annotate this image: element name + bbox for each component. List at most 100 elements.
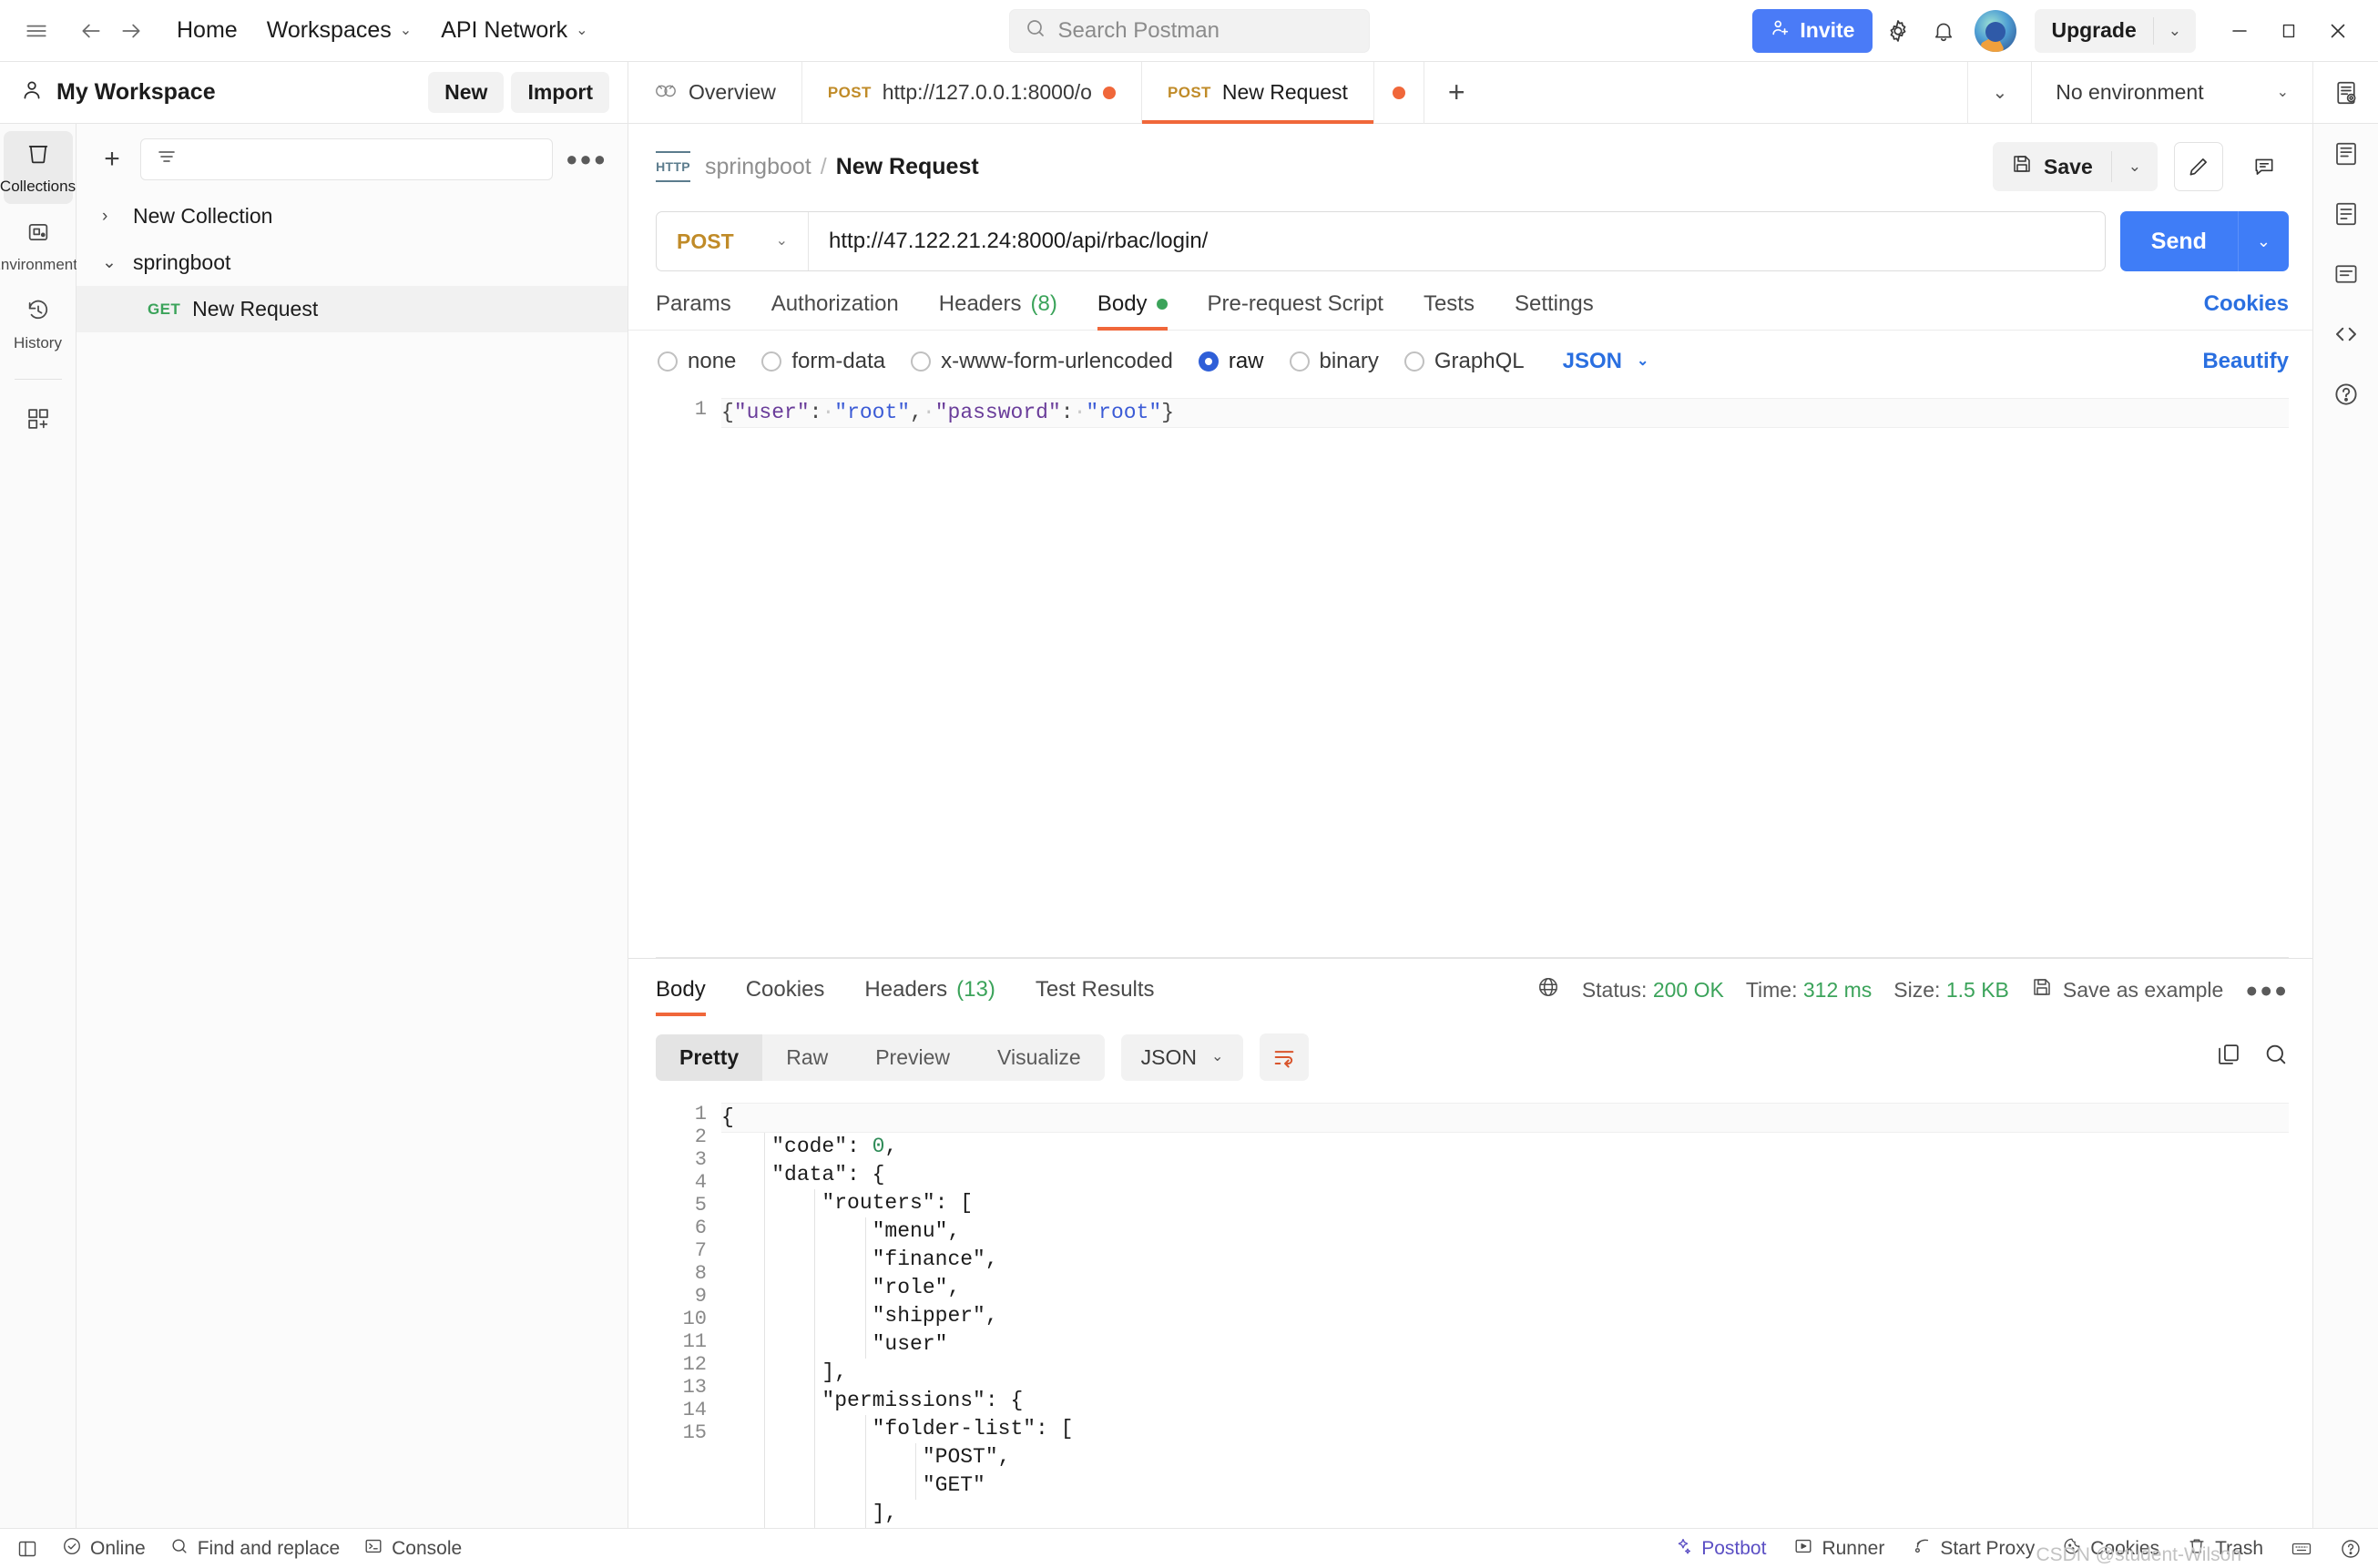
tab-settings[interactable]: Settings	[1495, 291, 1614, 330]
tab-response-cookies[interactable]: Cookies	[726, 977, 845, 1015]
comments-icon[interactable]	[2332, 200, 2360, 233]
minimize-icon[interactable]	[2216, 9, 2263, 53]
view-mode-preview[interactable]: Preview	[852, 1034, 974, 1081]
invite-button[interactable]: Invite	[1752, 9, 1873, 53]
body-option-none[interactable]: none	[658, 349, 736, 374]
documentation-icon[interactable]	[2332, 140, 2360, 173]
list-item[interactable]: GET New Request	[77, 286, 628, 332]
create-new-button[interactable]: +	[97, 144, 128, 175]
sidebar-more-icon[interactable]: ●●●	[566, 148, 611, 171]
tab-params[interactable]: Params	[656, 291, 751, 330]
response-tabs: Body Cookies Headers (13) Test Results	[656, 977, 1175, 1015]
back-arrow-icon[interactable]	[71, 11, 111, 51]
breadcrumb-collection[interactable]: springboot	[705, 154, 811, 180]
chevron-down-icon[interactable]: ⌄	[102, 252, 120, 273]
start-proxy-button[interactable]: Start Proxy	[1912, 1536, 2035, 1562]
sidebar-toggle-icon[interactable]	[16, 1538, 38, 1560]
save-button[interactable]: Save ⌄	[1993, 142, 2158, 191]
nav-home[interactable]: Home	[164, 11, 250, 50]
search-input[interactable]: Search Postman	[1009, 9, 1370, 53]
tab-headers[interactable]: Headers (8)	[919, 291, 1077, 330]
forward-arrow-icon[interactable]	[111, 11, 151, 51]
environment-selector[interactable]: No environment ⌄	[2031, 62, 2312, 123]
add-panel-button[interactable]	[4, 396, 73, 444]
save-button-inner[interactable]: Save	[1993, 153, 2111, 180]
nav-workspaces[interactable]: Workspaces ⌄	[254, 11, 425, 50]
body-option-raw[interactable]: raw	[1199, 349, 1264, 374]
body-option-binary[interactable]: binary	[1290, 349, 1379, 374]
unsaved-dot-icon	[1393, 87, 1405, 99]
gear-icon[interactable]	[1878, 11, 1918, 51]
sidebar-item-environments[interactable]: Environments	[4, 209, 73, 282]
search-icon[interactable]	[2263, 1042, 2289, 1073]
close-icon[interactable]	[2314, 9, 2362, 53]
body-option-form-data[interactable]: form-data	[761, 349, 885, 374]
sidebar-item-collections[interactable]: Collections	[4, 131, 73, 204]
method-selector[interactable]: POST ⌄	[657, 212, 809, 270]
tab-response-headers[interactable]: Headers (13)	[844, 977, 1015, 1015]
find-and-replace-button[interactable]: Find and replace	[169, 1536, 340, 1562]
request-body-code[interactable]: {"user":·"root",·"password":·"root"}	[721, 391, 2289, 957]
save-as-example-button[interactable]: Save as example	[2031, 976, 2223, 1003]
body-option-graphql[interactable]: GraphQL	[1404, 349, 1525, 374]
runner-button[interactable]: Runner	[1793, 1536, 1884, 1562]
info-panel-icon[interactable]	[2332, 260, 2360, 293]
sidebar-item-history[interactable]: History	[4, 288, 73, 361]
code-icon[interactable]	[2332, 321, 2360, 353]
maximize-icon[interactable]	[2265, 9, 2312, 53]
line-number: 1	[656, 398, 707, 421]
url-input[interactable]: http://47.122.21.24:8000/api/rbac/login/	[809, 212, 2105, 270]
body-option-urlencoded[interactable]: x-www-form-urlencoded	[911, 349, 1173, 374]
radio-icon-selected	[1199, 351, 1219, 372]
view-mode-visualize[interactable]: Visualize	[974, 1034, 1105, 1081]
chevron-right-icon[interactable]: ›	[102, 207, 120, 227]
tab-authorization[interactable]: Authorization	[751, 291, 919, 330]
help-icon[interactable]	[2340, 1538, 2362, 1560]
sidebar-filter-input[interactable]	[140, 138, 553, 180]
tab-new-request[interactable]: POST New Request	[1142, 62, 1374, 124]
keyboard-shortcuts-icon[interactable]	[2291, 1538, 2312, 1560]
chevron-down-icon[interactable]: ⌄	[2112, 158, 2158, 176]
view-mode-raw[interactable]: Raw	[762, 1034, 852, 1081]
new-tab-button[interactable]: +	[1424, 62, 1489, 124]
beautify-button[interactable]: Beautify	[2202, 349, 2289, 374]
copy-icon[interactable]	[2216, 1042, 2241, 1073]
cookies-button[interactable]: Cookies	[2062, 1536, 2159, 1562]
tab-overview[interactable]: Overview	[628, 62, 802, 124]
tab-pre-request-script[interactable]: Pre-request Script	[1188, 291, 1403, 330]
help-icon[interactable]	[2332, 381, 2360, 413]
import-button[interactable]: Import	[511, 72, 609, 113]
environment-quick-look-icon[interactable]	[2312, 62, 2378, 123]
comment-icon[interactable]	[2240, 142, 2289, 191]
tab-tests[interactable]: Tests	[1403, 291, 1495, 330]
hamburger-icon[interactable]	[16, 11, 56, 51]
postbot-button[interactable]: Postbot	[1673, 1536, 1766, 1562]
bell-icon[interactable]	[1924, 11, 1964, 51]
upgrade-button[interactable]: Upgrade ⌄	[2035, 9, 2196, 53]
globe-icon[interactable]	[1536, 975, 1560, 1004]
trash-button[interactable]: Trash	[2187, 1536, 2263, 1562]
new-button[interactable]: New	[428, 72, 504, 113]
body-format-selector[interactable]: JSON ⌄	[1563, 349, 1649, 374]
cookies-link[interactable]: Cookies	[2204, 291, 2289, 330]
response-body-code[interactable]: { "code": 0, "data": { "routers": [ "men…	[721, 1095, 2289, 1528]
nav-api-network[interactable]: API Network ⌄	[428, 11, 600, 50]
wrap-lines-icon[interactable]	[1260, 1033, 1309, 1081]
tab-test-results[interactable]: Test Results	[1015, 977, 1175, 1015]
collection-item-springboot[interactable]: ⌄ springboot	[77, 239, 628, 286]
pencil-icon[interactable]	[2174, 142, 2223, 191]
online-status[interactable]: Online	[62, 1536, 146, 1562]
avatar[interactable]	[1975, 10, 2016, 52]
view-mode-pretty[interactable]: Pretty	[656, 1034, 762, 1081]
console-button[interactable]: Console	[363, 1536, 462, 1562]
response-format-selector[interactable]: JSON ⌄	[1121, 1034, 1244, 1081]
tab-response-body[interactable]: Body	[656, 977, 726, 1015]
more-options-icon[interactable]: ●●●	[2245, 978, 2289, 1003]
chevron-down-icon[interactable]: ⌄	[2154, 22, 2196, 40]
tab-body[interactable]: Body	[1077, 291, 1188, 330]
send-button[interactable]: Send	[2120, 211, 2238, 271]
send-options-chevron-down-icon[interactable]: ⌄	[2238, 211, 2289, 271]
collection-item-new-collection[interactable]: › New Collection	[77, 193, 628, 239]
tab-list-dropdown[interactable]: ⌄	[1967, 62, 2031, 124]
tab-request-1[interactable]: POST http://127.0.0.1:8000/o	[802, 62, 1142, 124]
